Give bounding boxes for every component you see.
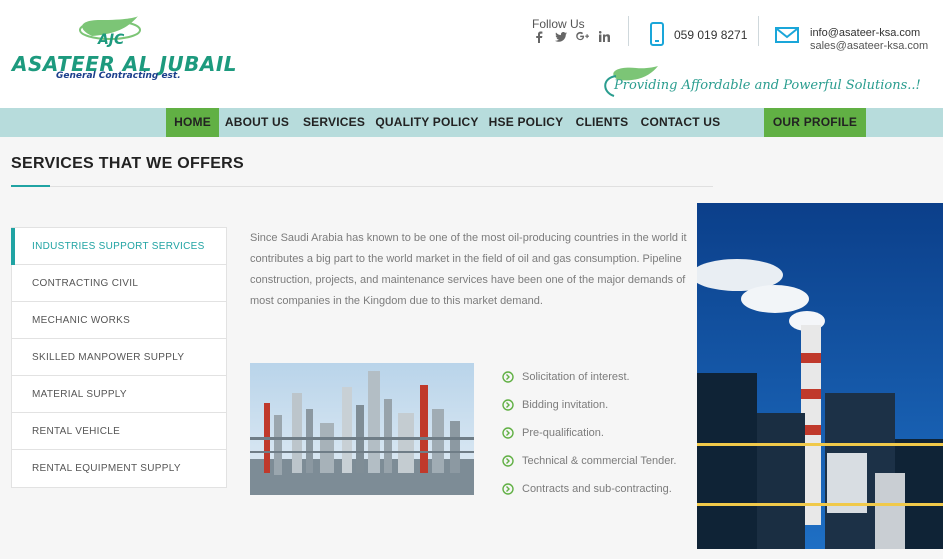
nav-home[interactable]: HOME: [166, 108, 219, 137]
sidebar-item-contracting-civil[interactable]: CONTRACTING CIVIL: [12, 265, 226, 302]
email-sales[interactable]: sales@asateer-ksa.com: [810, 40, 928, 52]
mail-icon: [775, 27, 799, 43]
refinery-photo: [250, 363, 474, 495]
page-title: SERVICES THAT WE OFFERS: [11, 155, 244, 172]
list-item-text: Contracts and sub-contracting.: [522, 483, 672, 495]
service-steps-list: Solicitation of interest. Bidding invita…: [502, 367, 676, 507]
arrow-circle-icon: [502, 483, 514, 495]
sidebar-item-material-supply[interactable]: MATERIAL SUPPLY: [12, 376, 226, 413]
arrow-circle-icon: [502, 399, 514, 411]
arrow-circle-icon: [502, 371, 514, 383]
nav-about-us[interactable]: ABOUT US: [222, 108, 292, 137]
twitter-icon[interactable]: [554, 31, 567, 46]
linkedin-icon[interactable]: [598, 31, 611, 46]
our-profile-button[interactable]: OUR PROFILE: [764, 108, 866, 137]
arrow-circle-icon: [502, 427, 514, 439]
nav-clients[interactable]: CLIENTS: [572, 108, 632, 137]
list-item: Pre-qualification.: [502, 423, 676, 451]
sidebar-item-rental-equipment[interactable]: RENTAL EQUIPMENT SUPPLY: [12, 450, 226, 487]
title-divider: [11, 186, 713, 187]
nav-contact-us[interactable]: CONTACT US: [638, 108, 723, 137]
tagline: Providing Affordable and Powerful Soluti…: [614, 78, 921, 93]
list-item: Contracts and sub-contracting.: [502, 479, 676, 507]
logo-subtitle: General Contracting est.: [56, 71, 181, 81]
follow-us-label: Follow Us: [532, 17, 585, 31]
site-logo[interactable]: AJC ASATEER AL JUBAIL General Contractin…: [10, 14, 237, 84]
arrow-circle-icon: [502, 455, 514, 467]
list-item-text: Technical & commercial Tender.: [522, 455, 677, 467]
sidebar-item-skilled-manpower[interactable]: SKILLED MANPOWER SUPPLY: [12, 339, 226, 376]
list-item: Technical & commercial Tender.: [502, 451, 676, 479]
social-links: [532, 31, 611, 46]
title-accent: [11, 185, 50, 187]
list-item: Solicitation of interest.: [502, 367, 676, 395]
services-sidebar: INDUSTRIES SUPPORT SERVICES CONTRACTING …: [11, 227, 227, 488]
list-item: Bidding invitation.: [502, 395, 676, 423]
nav-hse-policy[interactable]: HSE POLICY: [486, 108, 566, 137]
google-plus-icon[interactable]: [576, 31, 589, 46]
list-item-text: Pre-qualification.: [522, 427, 604, 439]
sidebar-item-rental-vehicle[interactable]: RENTAL VEHICLE: [12, 413, 226, 450]
logo-initials: AJC: [97, 32, 125, 48]
email-info[interactable]: info@asateer-ksa.com: [810, 27, 920, 39]
sidebar-item-mechanic-works[interactable]: MECHANIC WORKS: [12, 302, 226, 339]
sidebar-item-industries-support[interactable]: INDUSTRIES SUPPORT SERVICES: [11, 228, 226, 265]
chimney-photo: [697, 203, 943, 549]
phone-number[interactable]: 059 019 8271: [674, 28, 747, 42]
header-divider: [758, 16, 759, 46]
list-item-text: Solicitation of interest.: [522, 371, 630, 383]
phone-icon: [650, 22, 664, 46]
facebook-icon[interactable]: [532, 31, 545, 46]
service-description: Since Saudi Arabia has known to be one o…: [250, 232, 687, 307]
nav-services[interactable]: SERVICES: [300, 108, 368, 137]
header-divider: [628, 16, 629, 46]
nav-quality-policy[interactable]: QUALITY POLICY: [374, 108, 480, 137]
list-item-text: Bidding invitation.: [522, 399, 609, 411]
